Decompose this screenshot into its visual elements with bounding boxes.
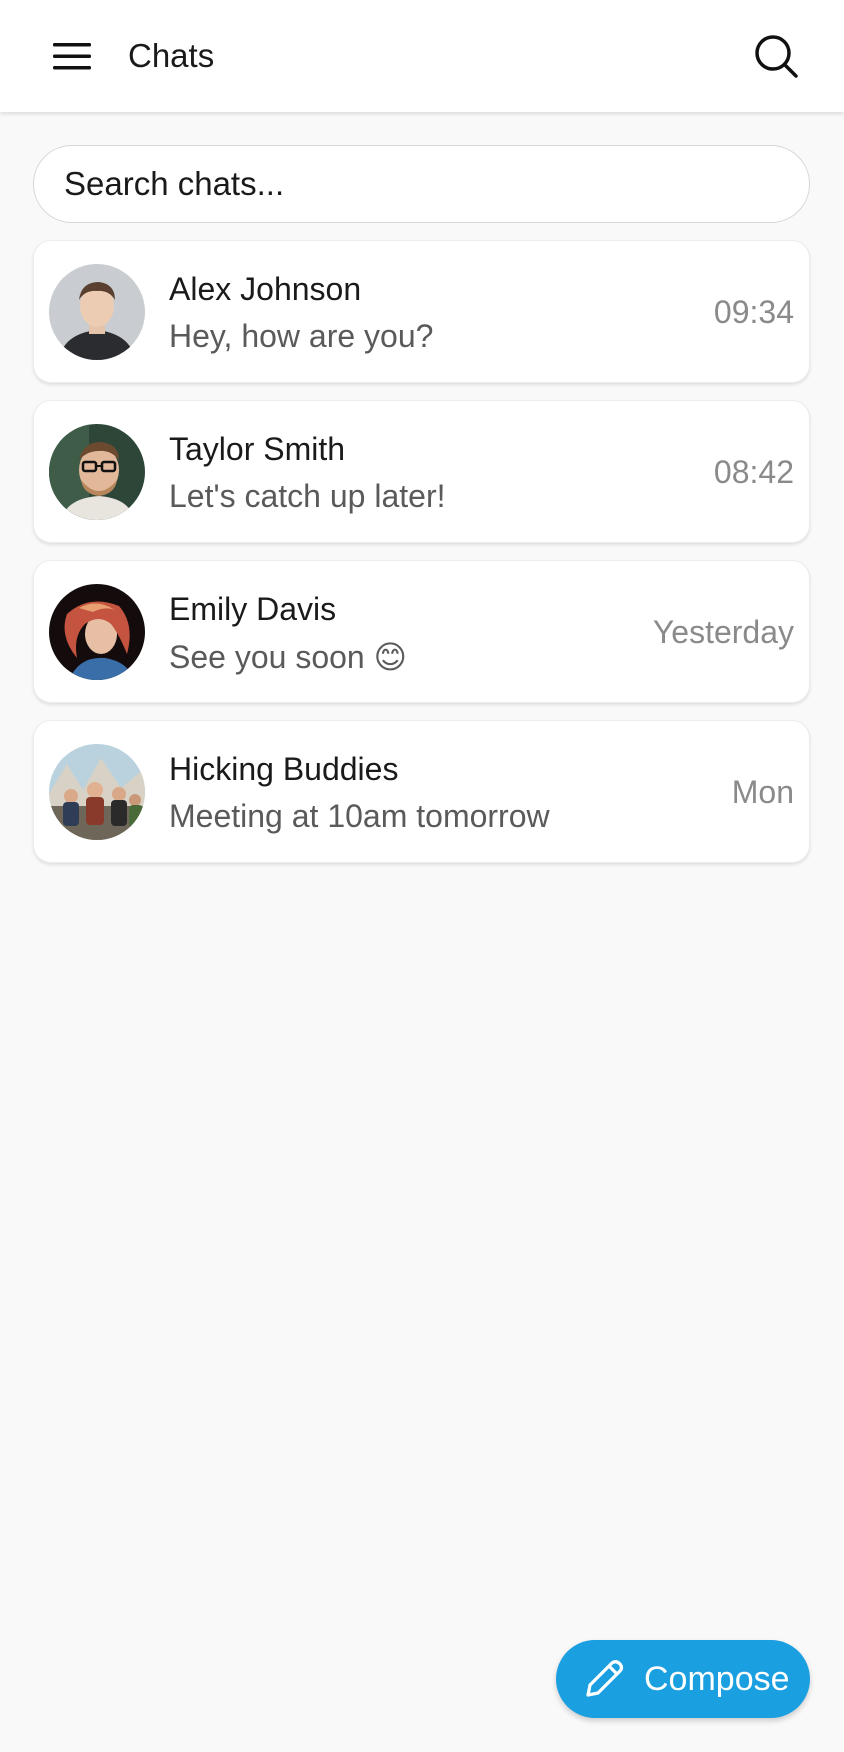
avatar [49,424,145,520]
top-app-bar: Chats [0,0,844,112]
chat-preview: Hey, how are you? [169,318,434,354]
menu-button[interactable] [44,28,100,84]
chat-name: Taylor Smith [169,431,346,467]
chat-time: 08:42 [713,454,794,490]
compose-button[interactable]: Compose [556,1640,810,1718]
chat-preview: Let's catch up later! [169,478,446,514]
chat-time: Yesterday [652,614,794,650]
chat-name: Hicking Buddies [169,751,399,787]
avatar [49,264,145,360]
page-title: Chats [128,37,215,74]
group-avatar [49,744,145,840]
search-input[interactable] [64,146,809,222]
search-button[interactable] [748,28,804,84]
chat-list: Alex Johnson Hey, how are you? 09:34 Tay… [33,240,810,880]
chat-name: Alex Johnson [169,271,362,307]
chat-item-alex-johnson[interactable]: Alex Johnson Hey, how are you? 09:34 [33,240,810,383]
search-icon [755,35,798,78]
chat-preview: See you soon 😊 [169,639,407,675]
search-bar [33,145,810,223]
menu-icon [53,43,91,70]
pencil-icon [580,1655,628,1703]
chat-app: Chats Alex Johnson Hey, how a [0,0,844,1752]
chat-item-hicking-buddies[interactable]: Hicking Buddies Meeting at 10am tomorrow… [33,720,810,863]
chat-preview: Meeting at 10am tomorrow [169,798,550,834]
chat-item-taylor-smith[interactable]: Taylor Smith Let's catch up later! 08:42 [33,400,810,543]
chat-time: Mon [731,774,794,810]
chat-item-emily-davis[interactable]: Emily Davis See you soon 😊 Yesterday [33,560,810,703]
chat-name: Emily Davis [169,591,337,627]
chat-time: 09:34 [713,294,794,330]
compose-label: Compose [644,1659,790,1698]
avatar [49,584,145,680]
